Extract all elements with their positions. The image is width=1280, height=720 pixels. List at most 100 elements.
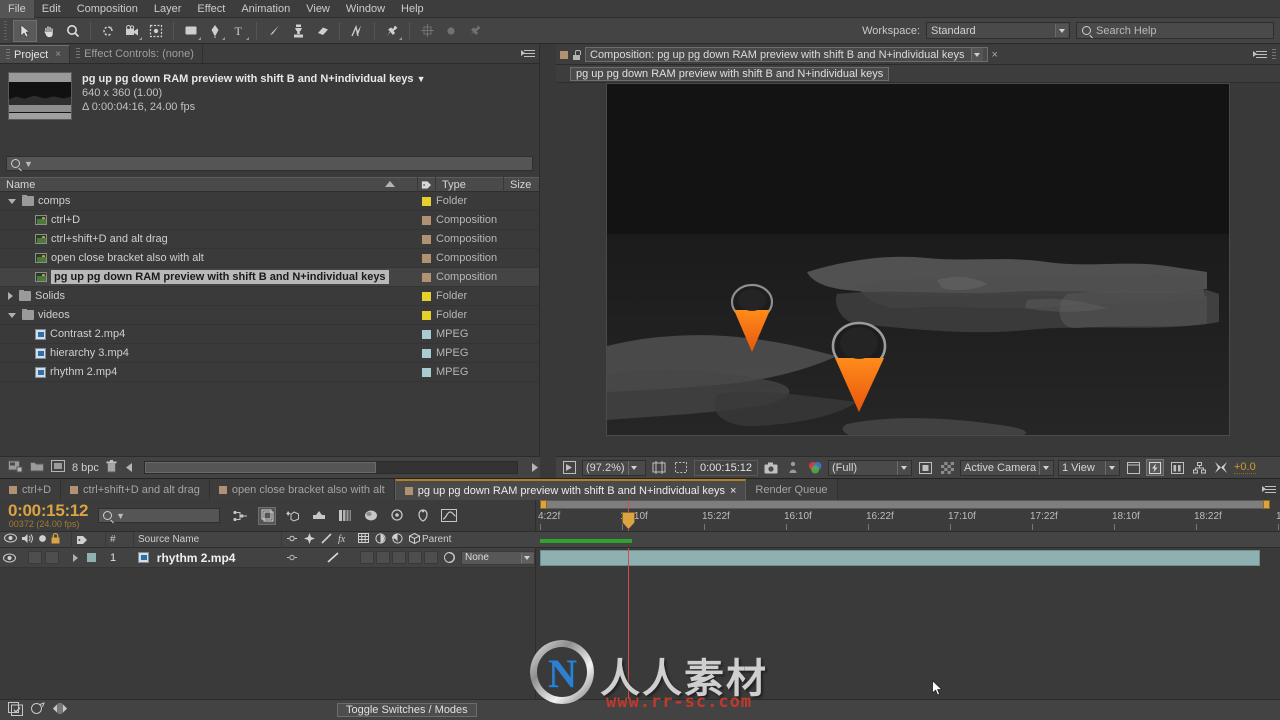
project-tab-0[interactable]: Project ×: [0, 45, 71, 63]
take-snapshot-icon[interactable]: [762, 459, 780, 476]
label-color-swatch[interactable]: [422, 367, 431, 377]
parent-column-header[interactable]: Parent: [418, 532, 528, 548]
parent-pickwhip[interactable]: [438, 548, 461, 568]
timeline-tab-3[interactable]: pg up pg down RAM preview with shift B a…: [394, 479, 747, 500]
layer-audio-toggle[interactable]: [27, 551, 42, 564]
composition-timecode[interactable]: 0:00:15:12: [694, 459, 758, 476]
label-color-swatch[interactable]: [422, 196, 431, 206]
panel-menu-icon[interactable]: [1253, 50, 1267, 60]
layer-motion-blur-toggle[interactable]: [392, 551, 407, 564]
show-snapshot-icon[interactable]: [784, 459, 802, 476]
timeline-tab-1[interactable]: ctrl+shift+D and alt drag: [61, 479, 210, 500]
new-composition-icon[interactable]: [8, 460, 23, 476]
layer-switch-boxes[interactable]: [360, 548, 439, 568]
close-icon[interactable]: ×: [55, 49, 61, 60]
enable-frame-blending-icon[interactable]: [310, 507, 328, 525]
layer-av-toggles[interactable]: [19, 548, 68, 568]
column-header-label-color[interactable]: [418, 177, 436, 192]
horizontal-scrollbar[interactable]: [143, 461, 518, 474]
layer-adjustment-toggle[interactable]: [408, 551, 423, 564]
playhead[interactable]: [628, 548, 629, 706]
lock-icon[interactable]: [572, 49, 581, 60]
track-area[interactable]: [536, 539, 1280, 706]
type-tool[interactable]: T: [227, 20, 251, 42]
scroll-right-button[interactable]: [529, 461, 540, 474]
composition-sub-tab[interactable]: pg up pg down RAM preview with shift B a…: [570, 66, 890, 81]
fast-previews-icon[interactable]: [1146, 459, 1164, 476]
hide-shy-layers-icon[interactable]: [284, 507, 302, 525]
reset-exposure-icon[interactable]: [1212, 459, 1230, 476]
resolution-select[interactable]: (Full): [828, 459, 912, 476]
menu-item-edit[interactable]: Edit: [34, 0, 69, 18]
selection-tool[interactable]: [13, 19, 37, 42]
timeline-panel-menu[interactable]: [1262, 479, 1280, 500]
menu-item-help[interactable]: Help: [393, 0, 432, 18]
layer-row[interactable]: 1 rhythm 2.mp4 None: [0, 548, 535, 568]
panel-menu-icon[interactable]: [1262, 485, 1276, 495]
audio-speaker-icon[interactable]: [21, 533, 34, 547]
work-area-bar[interactable]: [540, 500, 1270, 509]
label-color-swatch[interactable]: [422, 253, 431, 263]
source-name-header[interactable]: Source Name: [134, 531, 282, 548]
menu-item-animation[interactable]: Animation: [233, 0, 298, 18]
pixel-aspect-correction-icon[interactable]: [1124, 459, 1142, 476]
composition-canvas[interactable]: [606, 83, 1230, 436]
menu-item-view[interactable]: View: [298, 0, 338, 18]
composition-viewer[interactable]: [556, 83, 1280, 436]
column-header-size[interactable]: Size: [504, 177, 534, 192]
layer-duration-bar[interactable]: [540, 550, 1260, 566]
tab-grip[interactable]: [6, 48, 10, 61]
zoom-tool[interactable]: [61, 20, 85, 42]
always-preview-icon[interactable]: [560, 459, 578, 476]
work-area-end-handle[interactable]: [1263, 500, 1270, 509]
project-row[interactable]: ctrl+shift+D and alt drag Composition: [0, 230, 539, 249]
workspace-select[interactable]: Standard: [926, 22, 1070, 39]
layer-parent-select[interactable]: None: [461, 550, 535, 565]
layer-quality-toggle[interactable]: [323, 548, 346, 568]
timeline-tab-2[interactable]: open close bracket also with alt: [209, 479, 395, 500]
region-interest-toggle-icon[interactable]: [916, 459, 934, 476]
eraser-tool[interactable]: [310, 20, 334, 42]
layer-frame-blend-toggle[interactable]: [376, 551, 391, 564]
show-channel-icon[interactable]: [806, 459, 824, 476]
menu-item-layer[interactable]: Layer: [146, 0, 190, 18]
hand-tool[interactable]: [37, 20, 61, 42]
column-header-name[interactable]: Name: [0, 177, 418, 192]
track-row[interactable]: [536, 548, 1280, 568]
project-search-input[interactable]: ▼: [6, 156, 533, 171]
close-icon[interactable]: ×: [730, 485, 736, 497]
work-area-start-handle[interactable]: [540, 500, 547, 509]
timeline-tab-0[interactable]: ctrl+D: [0, 479, 62, 500]
disclosure-triangle-icon[interactable]: [8, 292, 13, 300]
puppet-pin-tool[interactable]: [380, 20, 404, 42]
composition-panel-menu[interactable]: [1253, 48, 1280, 61]
expand-collapse-icon[interactable]: [52, 702, 68, 718]
solo-icon[interactable]: [38, 534, 47, 546]
project-row[interactable]: comps Folder: [0, 192, 539, 211]
lock-icon[interactable]: [51, 532, 60, 547]
project-row[interactable]: Contrast 2.mp4 MPEG: [0, 325, 539, 344]
playhead-handle[interactable]: [622, 512, 635, 529]
project-row[interactable]: pg up pg down RAM preview with shift B a…: [0, 268, 539, 287]
layer-shy-toggle[interactable]: [279, 548, 304, 568]
toolbar-grip[interactable]: [2, 20, 11, 41]
disclosure-triangle-icon[interactable]: [8, 312, 16, 318]
adjustment-layer-icon[interactable]: [391, 532, 403, 547]
layer-switches-icon[interactable]: [31, 702, 45, 718]
layer-video-toggle[interactable]: [0, 548, 19, 568]
menu-item-window[interactable]: Window: [338, 0, 393, 18]
project-tab-1[interactable]: Effect Controls: (none): [70, 45, 203, 63]
brush-tool[interactable]: [262, 20, 286, 42]
choose-grid-guide-icon[interactable]: [650, 459, 668, 476]
label-color-swatch[interactable]: [422, 234, 431, 244]
transparency-grid-icon[interactable]: [938, 459, 956, 476]
new-folder-icon[interactable]: [30, 460, 44, 475]
enable-motion-blur-icon[interactable]: [336, 507, 354, 525]
frame-blending-icon[interactable]: [358, 533, 369, 546]
ruler-playhead[interactable]: [622, 500, 635, 531]
column-header-type[interactable]: Type: [436, 177, 504, 192]
views-select[interactable]: 1 View: [1058, 459, 1120, 476]
project-row[interactable]: open close bracket also with alt Composit…: [0, 249, 539, 268]
project-row[interactable]: Solids Folder: [0, 287, 539, 306]
label-color-swatch[interactable]: [422, 215, 431, 225]
